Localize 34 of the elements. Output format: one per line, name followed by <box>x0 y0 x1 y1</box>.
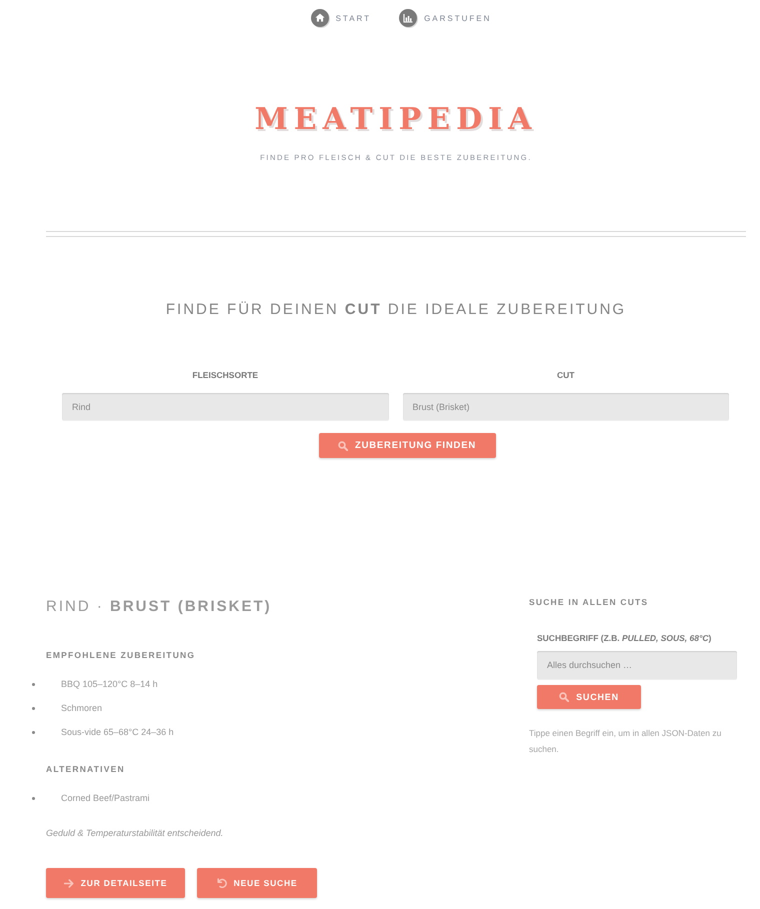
meat-type-label: FLEISCHSORTE <box>192 369 258 381</box>
list-item: Schmoren <box>61 702 102 714</box>
list-item: BBQ 105–120°C 8–14 h <box>61 678 158 690</box>
search-icon <box>559 692 570 702</box>
bullet-icon <box>32 730 35 734</box>
arrow-right-icon <box>64 878 74 888</box>
nav-link[interactable]: GARSTUFEN <box>399 9 492 27</box>
bullet-icon <box>32 706 35 710</box>
bullet-icon <box>32 796 35 800</box>
search-hint: Tippe einen Begriff ein, um in allen JSON-Daten zu suchen. <box>529 727 722 756</box>
search-field[interactable]: Alles durchsuchen … <box>537 651 737 679</box>
bar-chart-icon <box>399 9 418 27</box>
find-button[interactable]: ZUBEREITUNG FINDEN <box>318 433 496 458</box>
section-heading: ALTERNATIVEN <box>46 763 126 775</box>
list-item: Sous-vide 65–68°C 24–36 h <box>61 726 174 738</box>
detail-page-button[interactable]: ZUR DETAILSEITE <box>46 868 185 898</box>
result-title: RIND · BRUST (BRISKET) <box>46 597 273 617</box>
note-text: Geduld & Temperaturstabilität entscheidend. <box>46 827 224 840</box>
bullet-icon <box>32 682 35 686</box>
meat-type-field[interactable]: Rind <box>62 393 388 420</box>
search-icon <box>338 440 348 450</box>
new-search-button[interactable]: NEUE SUCHE <box>197 868 317 898</box>
finder-heading: FINDE FÜR DEINEN CUT DIE IDEALE ZUBEREITUNG <box>164 300 628 320</box>
section-heading: EMPFOHLENE ZUBEREITUNG <box>46 649 196 661</box>
search-button[interactable]: SUCHEN <box>537 685 641 709</box>
nav-link[interactable]: START <box>310 9 372 27</box>
list-item: Corned Beef/Pastrami <box>61 792 150 804</box>
search-heading: SUCHE IN ALLEN CUTS <box>529 596 650 608</box>
undo-icon <box>216 878 227 888</box>
cut-field[interactable]: Brust (Brisket) <box>402 393 729 420</box>
home-icon <box>310 9 329 27</box>
site-logo: MEATIPEDIA <box>254 101 538 139</box>
cut-label: CUT <box>557 369 574 381</box>
search-label: SUCHBEGRIFF (Z.B. PULLED, SOUS, 68°C) <box>537 632 712 644</box>
